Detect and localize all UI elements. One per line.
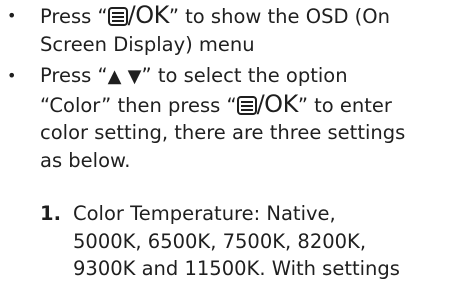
bullet2-line4: as below. (40, 148, 131, 172)
up-triangle-icon: ▲ (107, 66, 122, 87)
bullet1-line2: Screen Display) menu (40, 32, 255, 56)
ok-key-label: /OK (256, 89, 299, 118)
menu-list-icon (107, 7, 128, 26)
bullet2-line2: “Color” then press “/OK” to enter (40, 89, 392, 118)
bullet2-line1: Press “▲ ▼” to select the option (40, 64, 348, 87)
bullet-item-color-setting: • Press “▲ ▼” to select the option “Colo… (0, 62, 460, 174)
item1-line1: Color Temperature: Native, (73, 202, 336, 225)
item-number: 1. (40, 202, 61, 225)
bullet-dot: • (7, 66, 17, 85)
menu-list-icon (236, 95, 257, 115)
ok-key-label: /OK (127, 1, 170, 29)
down-triangle-icon: ▼ (127, 66, 142, 87)
item1-line2: 5000K, 6500K, 7500K, 8200K, (73, 229, 367, 253)
bullet1-line1: Press “/OK” to show the OSD (On (40, 1, 390, 29)
bullet-item-show-osd: • Press “/OK” to show the OSD (On Screen… (0, 1, 460, 58)
bullet2-line3: color setting, there are three settings (40, 121, 406, 144)
bullet-dot: • (7, 6, 17, 25)
numbered-item-color-temperature: 1. Color Temperature: Native, 5000K, 650… (40, 200, 460, 283)
item1-line3: 9300K and 11500K. With settings (73, 257, 400, 280)
